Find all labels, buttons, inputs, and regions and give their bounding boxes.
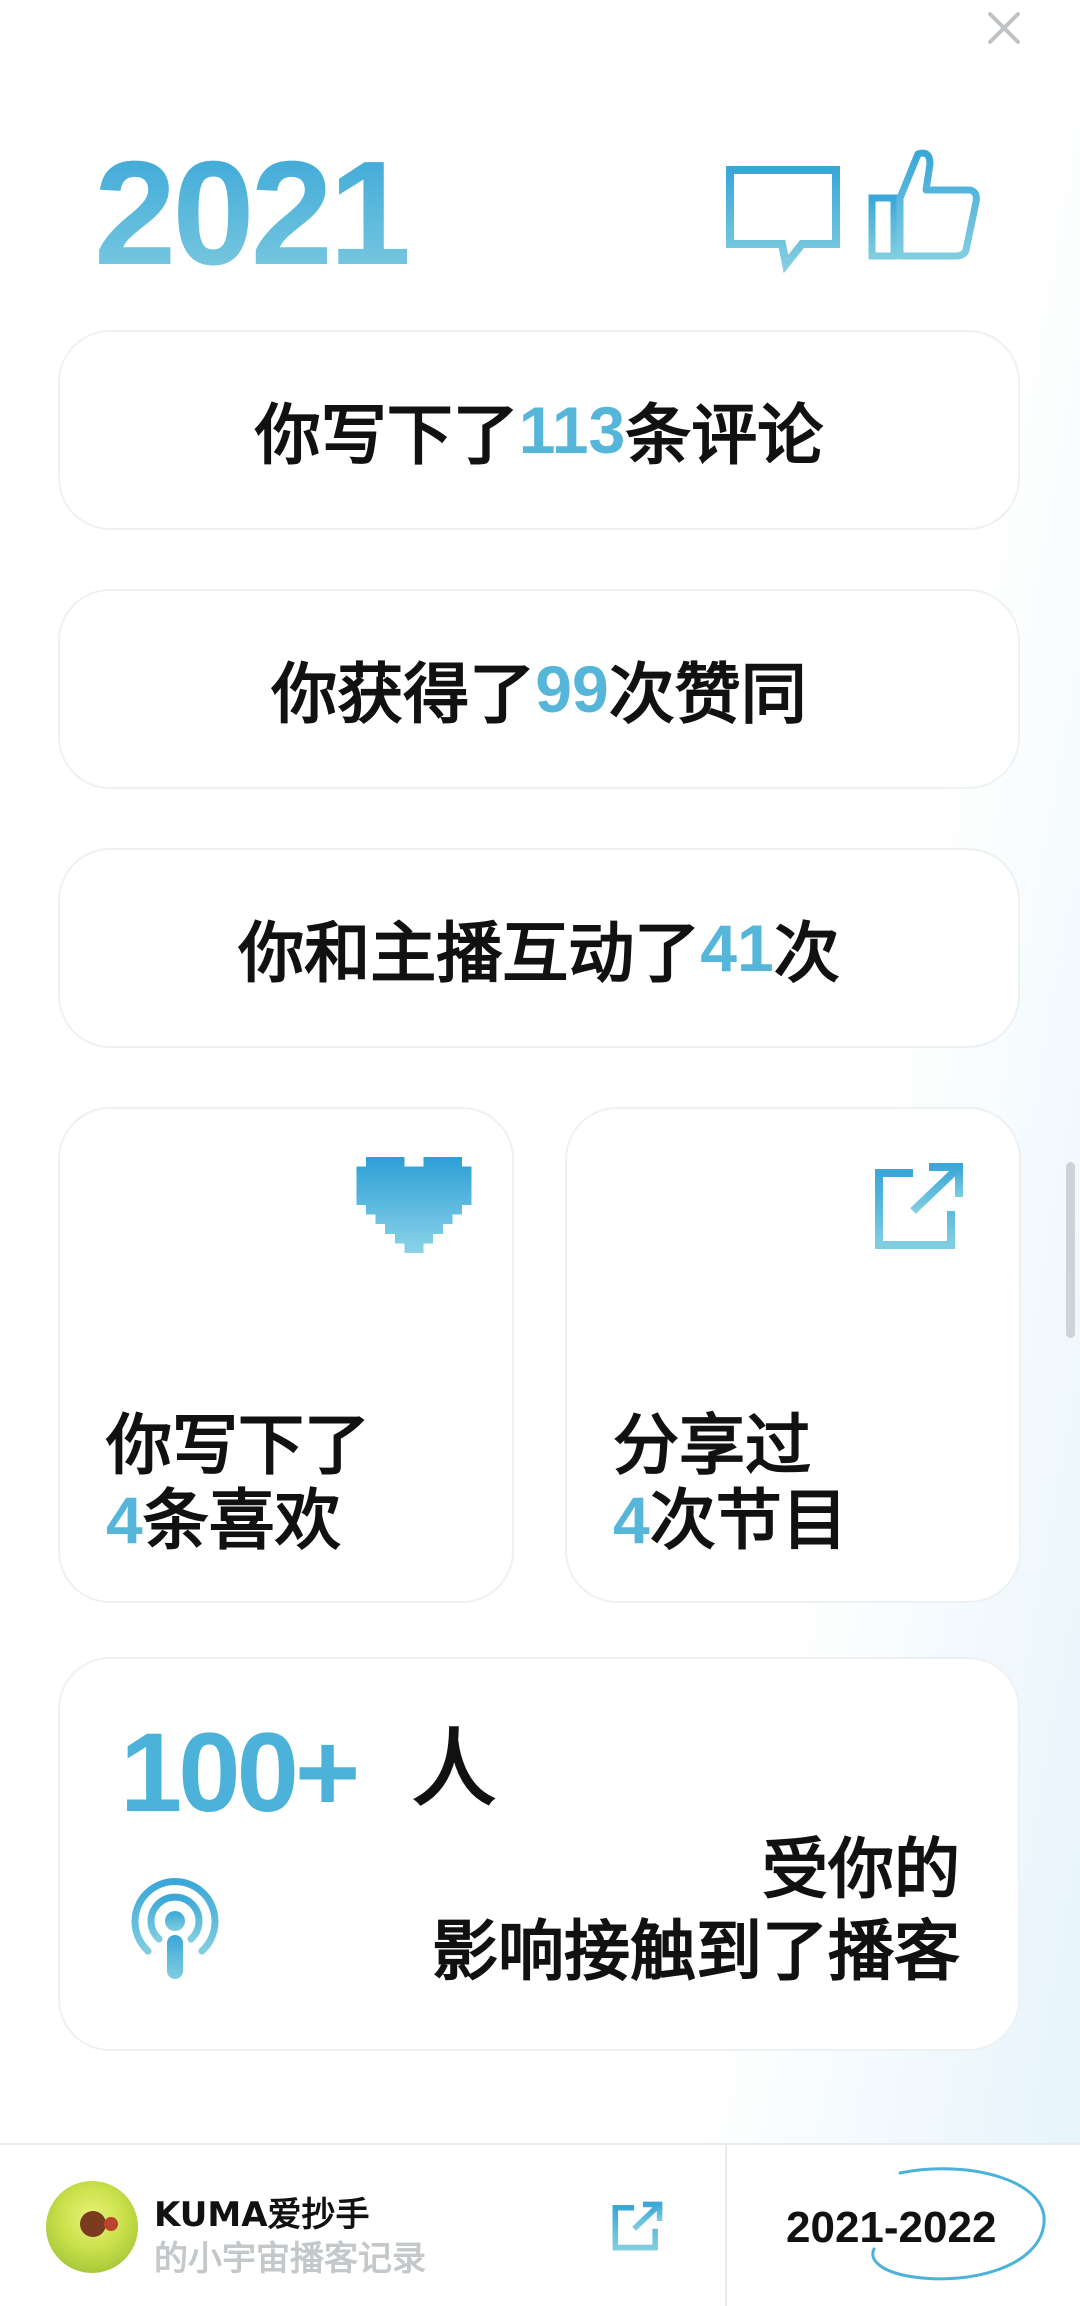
- reach-count: 100+: [120, 1710, 360, 1835]
- comments-count: 113: [518, 393, 626, 467]
- comments-post: 条评论: [625, 397, 824, 474]
- footer-divider: [725, 2145, 727, 2306]
- close-icon: [988, 12, 1020, 44]
- shares-count: 4: [613, 1483, 650, 1557]
- interactions-post: 次: [773, 915, 840, 992]
- likes-pre: 你获得了: [271, 656, 536, 733]
- interactions-count: 41: [700, 911, 774, 985]
- year-range-button[interactable]: 2021-2022: [786, 2203, 996, 2253]
- likes-stat-card: 你获得了 99 次赞同: [58, 589, 1020, 789]
- scrollbar-thumb[interactable]: [1066, 1162, 1075, 1338]
- year-title: 2021: [94, 131, 411, 296]
- reach-unit: 人: [412, 1720, 497, 1818]
- favorites-line2: 条喜欢: [142, 1482, 341, 1559]
- favorites-line1: 你写下了: [106, 1407, 370, 1484]
- interactions-stat-card: 你和主播互动了 41 次: [58, 848, 1020, 1048]
- favorites-count: 4: [106, 1483, 143, 1557]
- avatar[interactable]: [46, 2181, 138, 2273]
- likes-post: 次赞同: [608, 656, 807, 733]
- avatar-bird-shape: [80, 2211, 106, 2237]
- comment-icon: [726, 166, 840, 274]
- footer-bar: KUMA爱抄手 的小宇宙播客记录 2021-2022: [0, 2143, 1080, 2306]
- reach-line1: 受你的: [762, 1831, 960, 1908]
- reach-line2: 影响接触到了播客: [432, 1913, 960, 1990]
- shares-card: 分享过 4次节目: [565, 1107, 1021, 1603]
- thumbs-up-icon: [868, 149, 980, 260]
- shares-line1: 分享过: [613, 1407, 811, 1484]
- favorites-card: 你写下了 4条喜欢: [58, 1107, 514, 1603]
- pixel-heart-icon: [356, 1157, 472, 1253]
- comments-stat-card: 你写下了 113 条评论: [58, 330, 1020, 530]
- podcast-icon: [131, 1878, 219, 1979]
- user-subtitle: 的小宇宙播客记录: [154, 2239, 426, 2279]
- avatar-bird-shape-small: [104, 2217, 118, 2231]
- comments-pre: 你写下了: [254, 397, 519, 474]
- interactions-pre: 你和主播互动了: [238, 915, 701, 992]
- close-button[interactable]: [984, 8, 1024, 48]
- user-name: KUMA爱抄手: [154, 2195, 370, 2235]
- reach-card: 100+ 人 受你的 影响接触到了播客: [58, 1657, 1020, 2051]
- shares-line2: 次节目: [649, 1482, 848, 1559]
- likes-count: 99: [535, 652, 609, 726]
- share-icon: [875, 1163, 963, 1249]
- footer-share-icon[interactable]: [612, 2201, 664, 2251]
